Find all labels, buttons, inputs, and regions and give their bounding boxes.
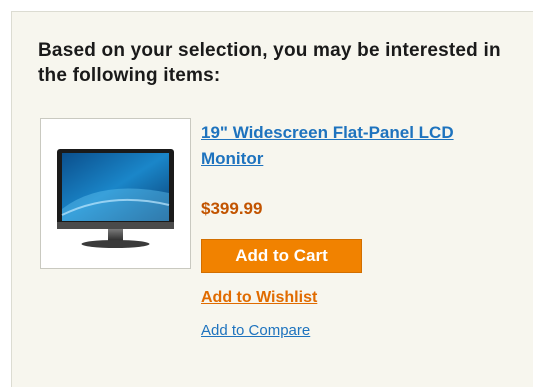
add-to-compare-link[interactable]: Add to Compare bbox=[201, 321, 310, 341]
add-to-wishlist-link[interactable]: Add to Wishlist bbox=[201, 288, 317, 308]
recommendations-panel: Based on your selection, you may be inte… bbox=[11, 11, 533, 387]
product-price: $399.99 bbox=[201, 199, 263, 218]
product-name-link[interactable]: 19" Widescreen Flat-Panel LCD Monitor bbox=[201, 120, 501, 172]
add-to-cart-button[interactable]: Add to Cart bbox=[201, 239, 362, 273]
product-image[interactable] bbox=[40, 118, 191, 269]
monitor-icon bbox=[57, 149, 174, 248]
recommendations-heading: Based on your selection, you may be inte… bbox=[38, 40, 501, 86]
